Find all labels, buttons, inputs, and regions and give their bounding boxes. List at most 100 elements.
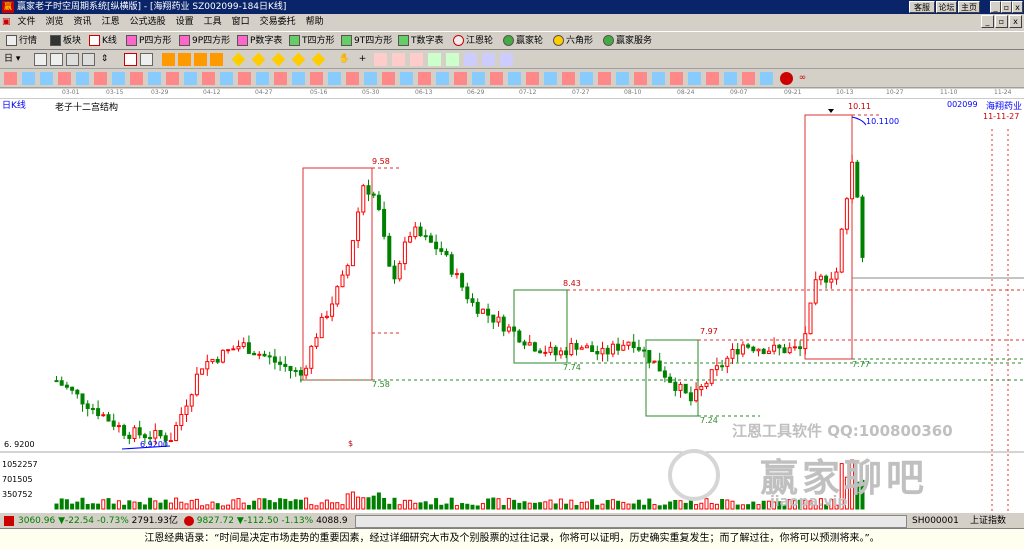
left-icon[interactable] [66,53,79,66]
chart-mode-icon[interactable] [124,53,137,66]
tool3-icon-42[interactable] [742,72,755,85]
tool3-icon-13[interactable] [220,72,233,85]
menu-formula[interactable]: 公式选股 [125,14,171,30]
mdi-restore-icon[interactable]: ▫ [995,15,1008,28]
tool3-icon-23[interactable] [400,72,413,85]
9t-square-button[interactable]: 9T四方形 [341,34,392,48]
next-icon[interactable] [194,53,207,66]
diamond-icon-1[interactable] [231,52,246,67]
infinity-icon[interactable]: ∞ [796,72,809,85]
tool3-icon-41[interactable] [724,72,737,85]
tool3-icon-5[interactable] [76,72,89,85]
zoom-in-icon[interactable] [34,53,47,66]
zoom-out-icon[interactable] [50,53,63,66]
tool3-icon-7[interactable] [112,72,125,85]
tool3-icon-17[interactable] [292,72,305,85]
tool3-icon-24[interactable] [418,72,431,85]
tool3-icon-26[interactable] [454,72,467,85]
tool3-icon-36[interactable] [634,72,647,85]
restore-icon[interactable]: ▫ [1001,1,1012,13]
tool3-icon-31[interactable] [544,72,557,85]
prev-icon[interactable] [178,53,191,66]
fib-tool-icon[interactable] [410,53,423,66]
tool3-icon-12[interactable] [202,72,215,85]
quotes-button[interactable]: 行情 [6,34,37,48]
crosshair-icon[interactable]: + [356,53,369,66]
box-tool-icon[interactable] [464,53,477,66]
hexagon-button[interactable]: 六角形 [553,34,593,48]
forum-button[interactable]: 论坛 [936,1,957,13]
tool3-icon-4[interactable] [58,72,71,85]
diamond-icon-2[interactable] [251,52,266,67]
menu-tools[interactable]: 工具 [199,14,227,30]
tool3-icon-34[interactable] [598,72,611,85]
gann-fan-icon[interactable] [446,53,459,66]
winner-wheel-button[interactable]: 赢家轮 [503,34,543,48]
tool3-icon-9[interactable] [148,72,161,85]
tool3-icon-35[interactable] [616,72,629,85]
tool3-icon-27[interactable] [472,72,485,85]
tool3-icon-37[interactable] [652,72,665,85]
tool3-icon-8[interactable] [130,72,143,85]
kline-button[interactable]: K线 [89,34,117,48]
gann-wheel-button[interactable]: 江恩轮 [453,34,493,48]
menu-trade[interactable]: 交易委托 [255,14,301,30]
diamond-icon-4[interactable] [291,52,306,67]
tool3-icon-10[interactable] [166,72,179,85]
menu-help[interactable]: 帮助 [301,14,329,30]
menu-browse[interactable]: 浏览 [41,14,69,30]
tool3-icon-33[interactable] [580,72,593,85]
first-icon[interactable] [162,53,175,66]
tool3-icon-20[interactable] [346,72,359,85]
p-square-button[interactable]: P四方形 [126,34,171,48]
menu-info[interactable]: 资讯 [69,14,97,30]
tool3-icon-43[interactable] [760,72,773,85]
tool3-icon-28[interactable] [490,72,503,85]
list-icon[interactable] [140,53,153,66]
right-icon[interactable] [82,53,95,66]
mdi-close-icon[interactable]: x [1009,15,1022,28]
tool3-icon-15[interactable] [256,72,269,85]
tool3-icon-40[interactable] [706,72,719,85]
tool3-icon-22[interactable] [382,72,395,85]
delete-tool-icon[interactable] [500,53,513,66]
home-button[interactable]: 主页 [958,1,980,13]
tool3-icon-39[interactable] [688,72,701,85]
tool3-icon-38[interactable] [670,72,683,85]
diamond-icon-5[interactable] [311,52,326,67]
sector-button[interactable]: 板块 [50,34,81,48]
9p-square-button[interactable]: 9P四方形 [179,34,230,48]
hand-icon[interactable]: ✋ [338,53,351,66]
p-number-table-button[interactable]: P数字表 [237,34,282,48]
customer-service-button[interactable]: 客服 [909,1,935,13]
period-select[interactable]: 日 ▾ [4,53,26,66]
tool3-icon-32[interactable] [562,72,575,85]
line-tool-icon[interactable] [374,53,387,66]
tool3-icon-29[interactable] [508,72,521,85]
last-icon[interactable] [210,53,223,66]
t-number-table-button[interactable]: T数字表 [398,34,444,48]
cycle-tool-icon[interactable] [428,53,441,66]
tool3-icon-30[interactable] [526,72,539,85]
t-square-button[interactable]: T四方形 [289,34,335,48]
close-icon[interactable]: x [1012,1,1023,13]
horizontal-scrollbar[interactable] [355,515,907,528]
tool3-icon-25[interactable] [436,72,449,85]
tool3-icon-11[interactable] [184,72,197,85]
tool3-icon-6[interactable] [94,72,107,85]
menu-settings[interactable]: 设置 [171,14,199,30]
tool3-icon-3[interactable] [40,72,53,85]
tool3-icon-19[interactable] [328,72,341,85]
diamond-icon-3[interactable] [271,52,286,67]
winner-service-button[interactable]: 赢家服务 [603,34,652,48]
menu-file[interactable]: 文件 [13,14,41,30]
minimize-icon[interactable]: _ [990,1,1001,13]
pie-icon[interactable] [780,72,793,85]
text-tool-icon[interactable] [482,53,495,66]
tool3-icon-18[interactable] [310,72,323,85]
channel-tool-icon[interactable] [392,53,405,66]
up-down-icon[interactable]: ⇕ [98,53,111,66]
tool3-icon-21[interactable] [364,72,377,85]
chart-area[interactable]: 03-01 03-15 03-29 04-12 04-27 05-16 05-3… [0,89,1024,512]
mdi-minimize-icon[interactable]: _ [981,15,994,28]
